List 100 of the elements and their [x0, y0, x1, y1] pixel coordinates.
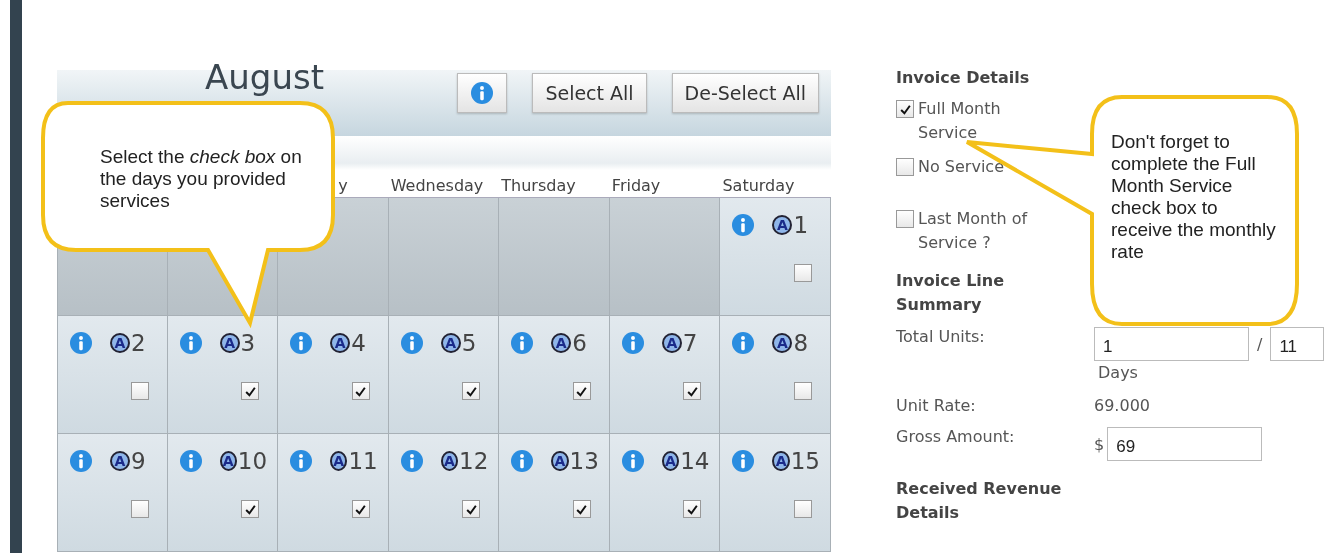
- info-icon[interactable]: [179, 332, 202, 354]
- badge[interactable]: A: [219, 333, 240, 353]
- checkbox[interactable]: [896, 100, 914, 118]
- section-heading: Invoice Line Summary: [896, 270, 1006, 316]
- checkbox[interactable]: [683, 382, 702, 400]
- badge[interactable]: A: [551, 451, 569, 471]
- check-icon: [243, 502, 257, 516]
- weekday-label: y: [338, 176, 348, 195]
- info-icon[interactable]: [621, 332, 644, 354]
- check-icon: [354, 502, 368, 516]
- month-title: August: [205, 58, 324, 96]
- checkbox[interactable]: [462, 500, 481, 518]
- info-icon[interactable]: [400, 332, 423, 354]
- currency-symbol: $: [1094, 434, 1105, 454]
- checkbox[interactable]: [130, 500, 149, 518]
- callout-text: Select the check box on the days you provided services: [100, 146, 303, 212]
- section-heading: Invoice Details: [896, 68, 1031, 87]
- checkbox[interactable]: [896, 210, 914, 228]
- checkbox-label: Full Month Service: [918, 98, 1002, 144]
- field-label: Unit Rate:: [896, 396, 977, 415]
- badge[interactable]: A: [772, 451, 790, 471]
- badge[interactable]: A: [772, 215, 793, 235]
- checkbox[interactable]: [130, 382, 149, 400]
- callout-text: Don't forget to complete the Full Month Service check box to receive the monthly rate: [1111, 131, 1277, 263]
- checkbox[interactable]: [896, 158, 914, 176]
- info-icon[interactable]: [621, 450, 644, 472]
- check-icon: [354, 384, 368, 398]
- check-icon: [685, 502, 699, 516]
- field-label: Total Units:: [896, 327, 986, 346]
- badge[interactable]: A: [330, 451, 348, 471]
- gross-amount-input[interactable]: 69: [1107, 427, 1263, 461]
- info-icon[interactable]: [511, 450, 534, 472]
- weekday-label: Saturday: [722, 176, 795, 195]
- info-icon[interactable]: [511, 332, 534, 354]
- day-number: 10: [237, 448, 268, 474]
- check-icon: [243, 384, 257, 398]
- badge[interactable]: A: [440, 451, 458, 471]
- checkbox[interactable]: [794, 264, 812, 282]
- info-icon[interactable]: [70, 450, 92, 472]
- check-icon: [464, 502, 478, 516]
- day-number: 2: [131, 330, 146, 356]
- info-icon: [471, 82, 494, 104]
- info-icon[interactable]: [70, 332, 92, 354]
- units-input[interactable]: 1: [1094, 327, 1249, 361]
- weekday-label: Wednesday: [390, 176, 484, 195]
- check-icon: [575, 384, 589, 398]
- day-number: 8: [793, 330, 809, 356]
- badge[interactable]: A: [551, 333, 572, 353]
- checkbox[interactable]: [241, 382, 260, 400]
- checkbox[interactable]: [351, 382, 370, 400]
- info-icon[interactable]: [400, 450, 423, 472]
- info-icon[interactable]: [732, 332, 755, 354]
- checkbox[interactable]: [462, 382, 481, 400]
- check-icon: [685, 384, 699, 398]
- info-button[interactable]: [457, 73, 508, 113]
- checkbox[interactable]: [572, 382, 591, 400]
- checkbox[interactable]: [241, 500, 260, 518]
- calendar-button[interactable]: De-Select All: [671, 73, 819, 113]
- checkbox[interactable]: [683, 500, 702, 518]
- info-icon[interactable]: [290, 332, 313, 354]
- badge[interactable]: A: [661, 451, 680, 471]
- badge[interactable]: A: [110, 451, 130, 471]
- badge[interactable]: A: [661, 333, 682, 353]
- badge[interactable]: A: [110, 333, 130, 353]
- info-icon[interactable]: [732, 450, 755, 472]
- checkbox[interactable]: [351, 500, 370, 518]
- info-icon[interactable]: [290, 450, 313, 472]
- units-caption: Days: [1098, 363, 1139, 382]
- field-label: Gross Amount:: [896, 427, 1016, 446]
- separator: /: [1257, 334, 1263, 354]
- day-number: 6: [572, 330, 587, 356]
- checkbox[interactable]: [794, 500, 812, 518]
- weekday-label: Friday: [611, 176, 661, 195]
- check-icon: [575, 502, 589, 516]
- calendar-button[interactable]: Select All: [532, 73, 647, 113]
- info-icon[interactable]: [179, 450, 202, 472]
- badge[interactable]: A: [330, 333, 351, 353]
- check-icon: [464, 384, 478, 398]
- day-number: 12: [459, 448, 489, 474]
- section-heading: Received Revenue Details: [896, 478, 1063, 524]
- day-number: 13: [569, 448, 599, 474]
- badge[interactable]: A: [772, 333, 793, 353]
- day-number: 15: [790, 448, 820, 474]
- weekday-label: Thursday: [501, 176, 576, 195]
- checkbox-label: Last Month of Service ?: [918, 208, 1029, 254]
- day-number: 4: [351, 330, 366, 356]
- checkbox[interactable]: [572, 500, 591, 518]
- day-number: 9: [131, 448, 146, 474]
- info-icon[interactable]: [732, 214, 755, 236]
- day-number: 11: [348, 448, 378, 474]
- checkbox[interactable]: [794, 382, 812, 400]
- badge[interactable]: A: [440, 333, 461, 353]
- day-number: 3: [240, 330, 256, 356]
- day-number: 1: [793, 212, 809, 238]
- badge[interactable]: A: [219, 451, 237, 471]
- day-number: 14: [680, 448, 710, 474]
- day-number: 7: [682, 330, 698, 356]
- units-max-input[interactable]: 11: [1270, 327, 1325, 361]
- unit-rate-value: 69.000: [1094, 396, 1150, 415]
- day-number: 5: [461, 330, 477, 356]
